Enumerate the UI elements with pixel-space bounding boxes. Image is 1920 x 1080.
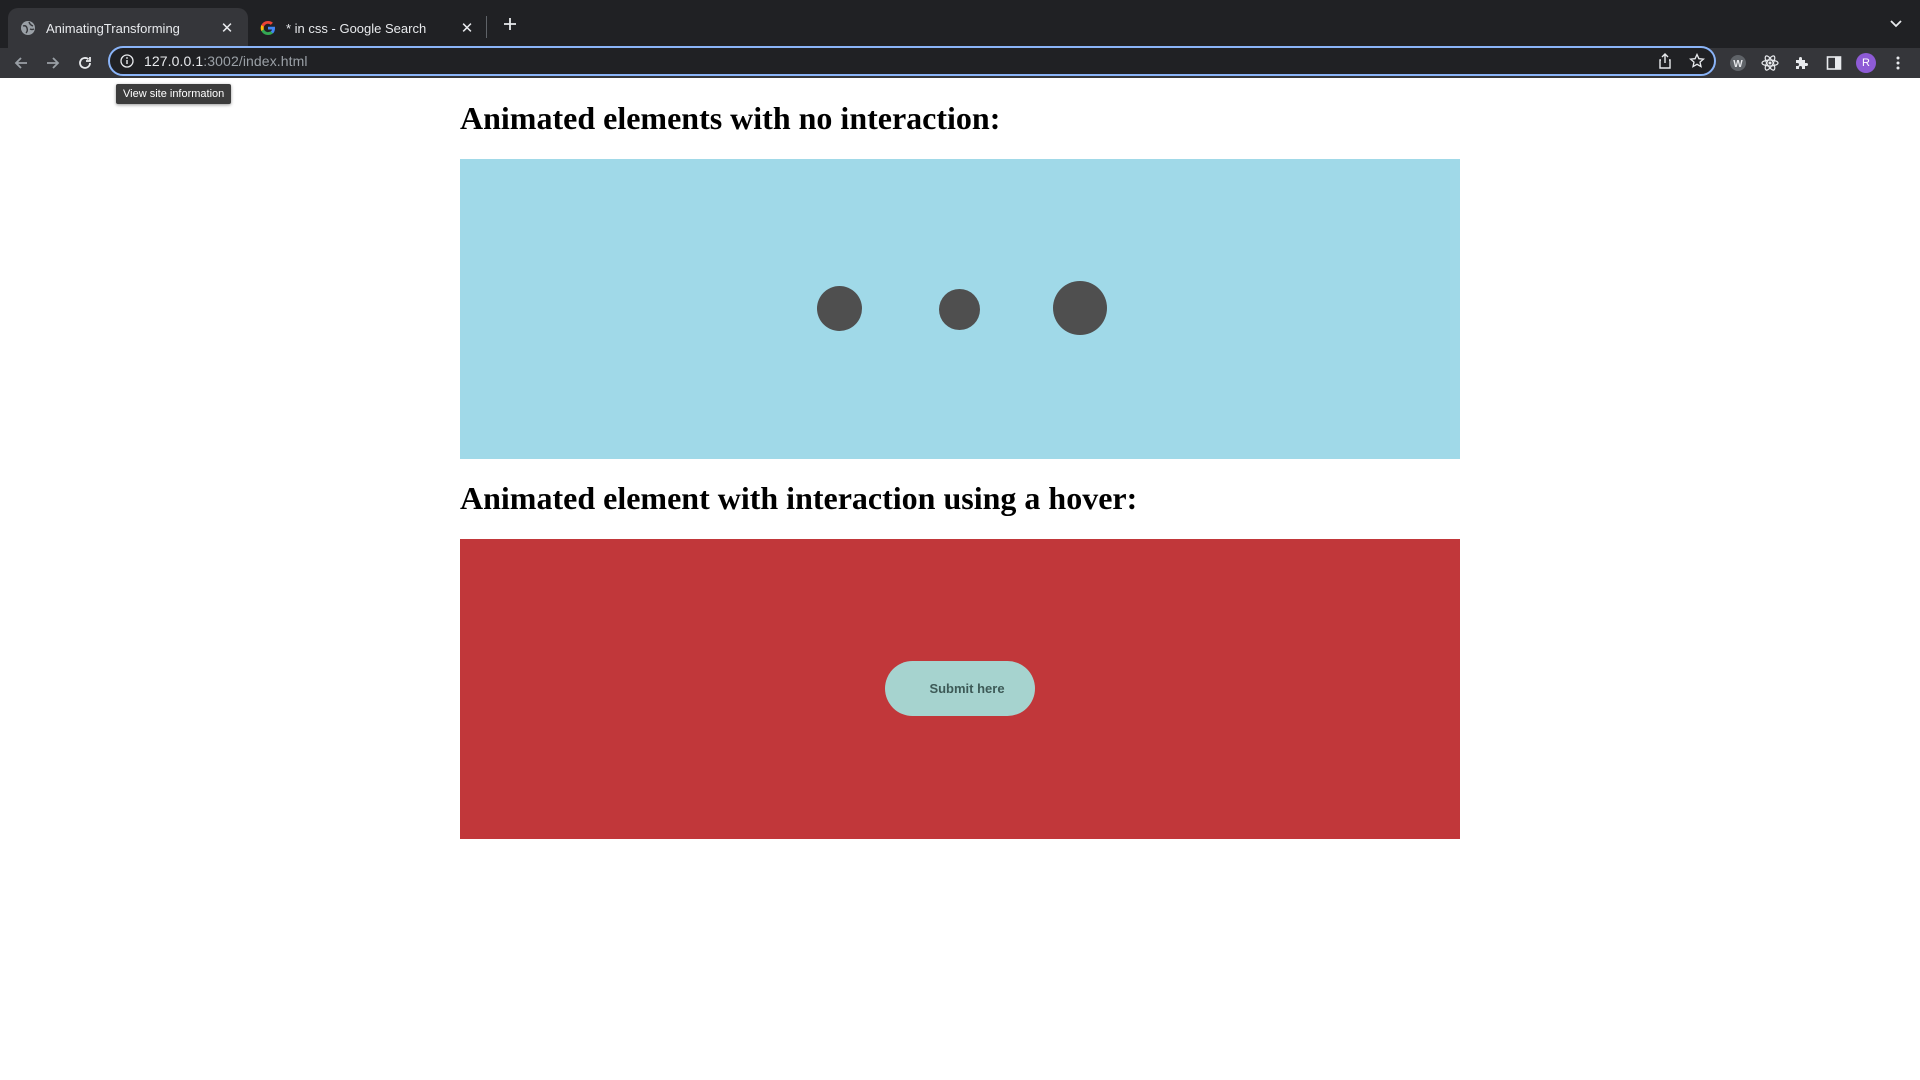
forward-arrow-icon	[47, 57, 60, 69]
tab-close-icon[interactable]: ✕	[218, 19, 236, 37]
hover-demo-box: Submit here	[460, 539, 1460, 839]
browser-toolbar: 127.0.0.1:3002/index.html W R	[0, 46, 1920, 78]
tab-separator	[486, 16, 487, 38]
forward-button[interactable]	[40, 50, 66, 76]
tab-animating-transforming[interactable]: AnimatingTransforming ✕	[8, 8, 248, 48]
tab-strip: AnimatingTransforming ✕ * in css - Googl…	[0, 0, 1920, 48]
reload-icon	[79, 57, 91, 69]
address-bar[interactable]: 127.0.0.1:3002/index.html	[108, 46, 1716, 76]
profile-avatar[interactable]: R	[1856, 53, 1876, 73]
animated-dot	[939, 289, 980, 330]
extensions-puzzle-icon[interactable]	[1792, 53, 1812, 73]
reload-button[interactable]	[72, 50, 98, 76]
wordpress-extension-icon[interactable]: W	[1728, 53, 1748, 73]
heading-hover-interaction: Animated element with interaction using …	[460, 480, 1138, 516]
animated-dot	[1053, 281, 1107, 335]
site-info-tooltip: View site information	[116, 84, 232, 104]
animated-dots-box	[460, 159, 1460, 459]
url-text: 127.0.0.1:3002/index.html	[144, 53, 308, 69]
animated-dot	[817, 286, 862, 331]
side-panel-icon[interactable]	[1824, 53, 1844, 73]
tab-close-icon[interactable]: ✕	[458, 19, 476, 37]
globe-icon	[20, 20, 36, 36]
bookmark-star-icon[interactable]	[1688, 52, 1706, 70]
heading-no-interaction: Animated elements with no interaction:	[460, 100, 1001, 136]
google-g-icon	[260, 20, 276, 36]
tab-google-search[interactable]: * in css - Google Search ✕	[248, 8, 488, 48]
tab-title: * in css - Google Search	[286, 20, 427, 36]
tab-search-chevron-icon[interactable]	[1886, 14, 1906, 34]
url-path: :3002/index.html	[203, 53, 308, 69]
react-devtools-icon[interactable]	[1760, 53, 1780, 73]
back-button[interactable]	[8, 50, 34, 76]
new-tab-button[interactable]	[498, 12, 522, 36]
url-host: 127.0.0.1	[144, 53, 204, 69]
tab-title: AnimatingTransforming	[46, 20, 180, 36]
submit-button[interactable]: Submit here	[885, 661, 1035, 716]
share-icon[interactable]	[1656, 52, 1674, 70]
svg-text:W: W	[1733, 59, 1743, 70]
browser-menu-icon[interactable]	[1888, 53, 1908, 73]
site-info-icon[interactable]	[118, 52, 136, 70]
back-arrow-icon	[14, 57, 27, 69]
